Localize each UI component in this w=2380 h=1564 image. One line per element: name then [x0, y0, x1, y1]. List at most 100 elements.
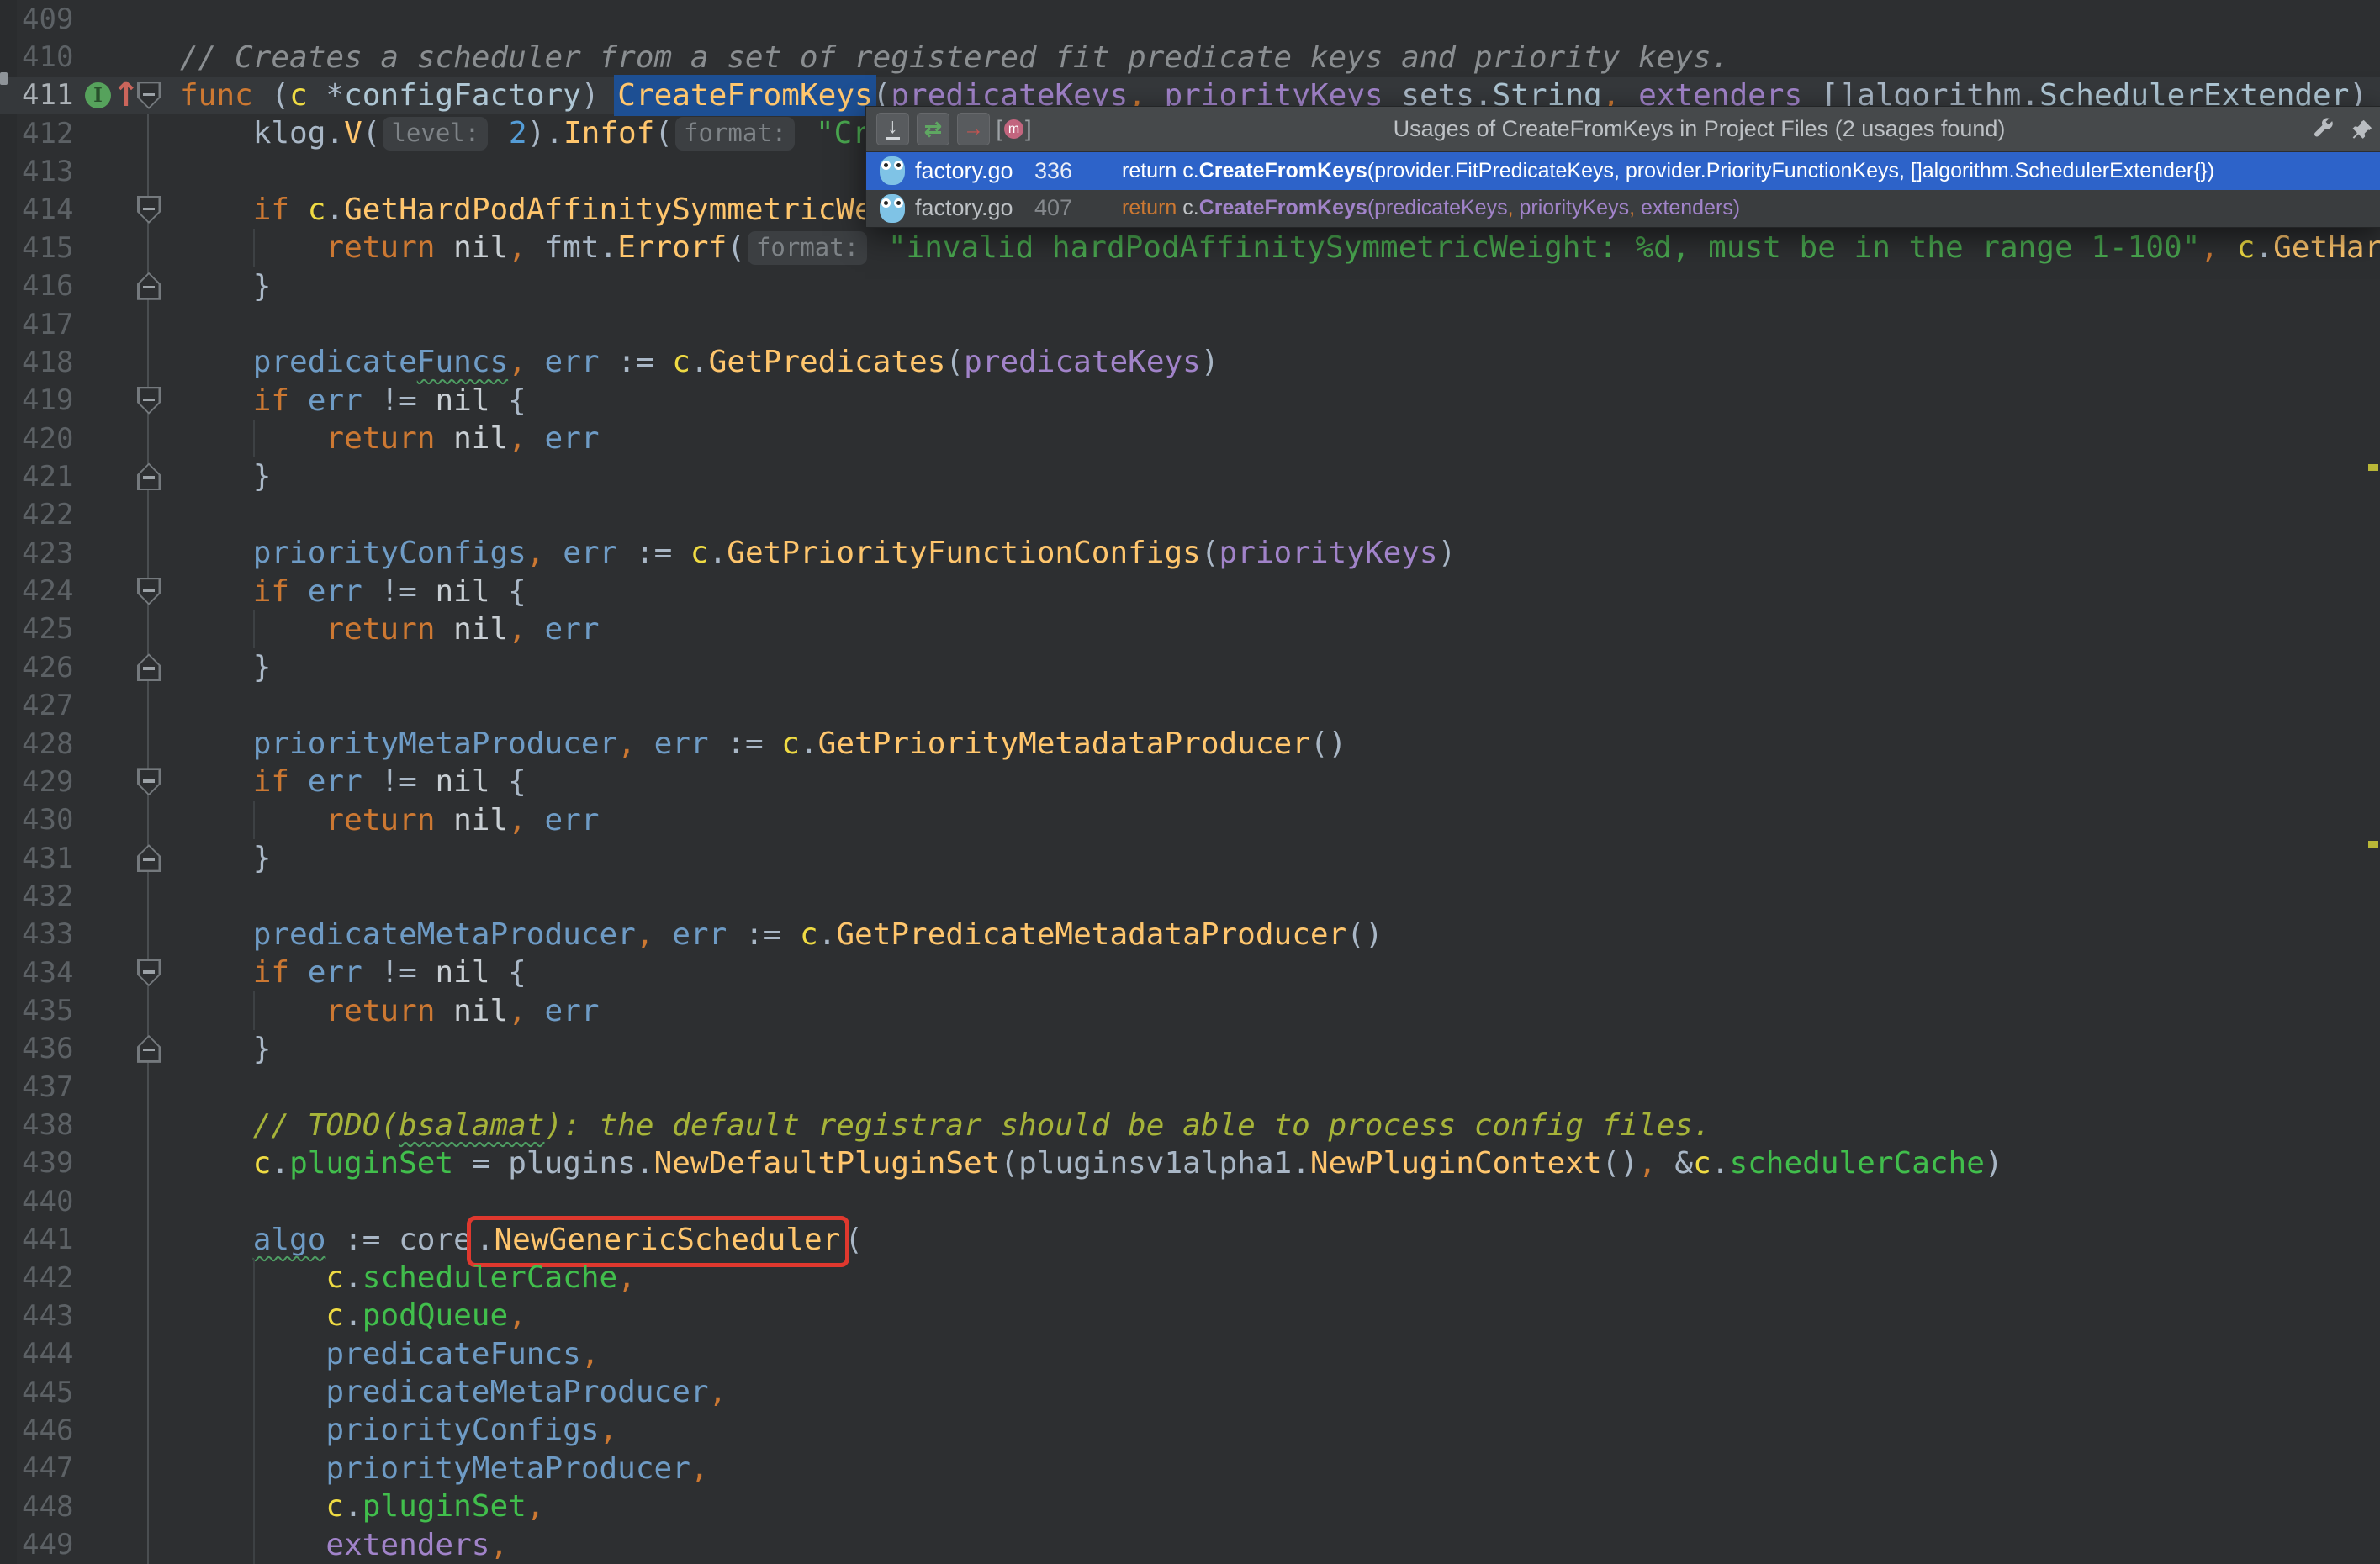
code-text[interactable]: }	[168, 267, 2380, 305]
line-number[interactable]: 409	[22, 3, 73, 36]
line-number[interactable]: 415	[22, 231, 73, 265]
code-text[interactable]	[168, 0, 2380, 38]
usage-row[interactable]: factory.go336return c.CreateFromKeys(pro…	[866, 152, 2380, 190]
line-number[interactable]: 412	[22, 117, 73, 151]
code-line-425[interactable]: 425 return nil, err	[0, 610, 2380, 648]
fold-marker[interactable]	[137, 959, 161, 986]
line-number[interactable]: 444	[22, 1337, 73, 1371]
code-line-444[interactable]: 444 predicateFuncs,	[0, 1335, 2380, 1373]
code-text[interactable]: priorityConfigs, err := c.GetPriorityFun…	[168, 534, 2380, 572]
line-number[interactable]: 432	[22, 880, 73, 913]
code-line-433[interactable]: 433 predicateMetaProducer, err := c.GetP…	[0, 916, 2380, 954]
code-line-417[interactable]: 417	[0, 305, 2380, 343]
read-access-icon[interactable]: ⇄	[917, 113, 949, 145]
line-number[interactable]: 418	[22, 346, 73, 379]
line-number[interactable]: 448	[22, 1490, 73, 1524]
code-text[interactable]: if err != nil {	[168, 763, 2380, 800]
fold-marker[interactable]	[137, 462, 161, 490]
error-stripe-mark[interactable]	[2368, 464, 2378, 471]
fold-marker[interactable]	[137, 196, 161, 224]
code-line-447[interactable]: 447 priorityMetaProducer,	[0, 1450, 2380, 1487]
line-number[interactable]: 416	[22, 269, 73, 303]
pin-icon[interactable]	[2351, 118, 2374, 141]
line-number[interactable]: 446	[22, 1413, 73, 1447]
line-number[interactable]: 421	[22, 460, 73, 494]
code-text[interactable]: }	[168, 839, 2380, 877]
code-text[interactable]	[168, 686, 2380, 724]
fold-marker[interactable]	[137, 578, 161, 605]
code-text[interactable]	[168, 1182, 2380, 1220]
implements-icon[interactable]: I	[85, 82, 111, 108]
code-line-409[interactable]: 409	[0, 0, 2380, 38]
code-text[interactable]	[168, 496, 2380, 534]
write-access-icon[interactable]: →	[957, 113, 990, 145]
fold-marker[interactable]	[137, 653, 161, 681]
code-line-424[interactable]: 424 if err != nil {	[0, 572, 2380, 610]
line-number[interactable]: 427	[22, 689, 73, 722]
line-number[interactable]: 430	[22, 803, 73, 837]
usage-row[interactable]: factory.go407return c.CreateFromKeys(pre…	[866, 190, 2380, 228]
line-number[interactable]: 410	[22, 40, 73, 74]
code-text[interactable]: // TODO(bsalamat): the default registrar…	[168, 1106, 2380, 1144]
code-line-443[interactable]: 443 c.podQueue,	[0, 1297, 2380, 1334]
code-text[interactable]: return nil, fmt.Errorf(format: "invalid …	[168, 229, 2380, 267]
open-in-toolwindow-icon[interactable]: ↓	[876, 113, 909, 145]
code-text[interactable]: predicateFuncs, err := c.GetPredicates(p…	[168, 343, 2380, 381]
line-number[interactable]: 417	[22, 308, 73, 341]
code-line-449[interactable]: 449 extenders,	[0, 1525, 2380, 1563]
code-text[interactable]: priorityMetaProducer,	[168, 1450, 2380, 1487]
code-text[interactable]: priorityMetaProducer, err := c.GetPriori…	[168, 725, 2380, 763]
code-text[interactable]: if err != nil {	[168, 572, 2380, 610]
code-text[interactable]: c.podQueue,	[168, 1297, 2380, 1334]
line-number[interactable]: 447	[22, 1451, 73, 1485]
method-filter-icon[interactable]: [m]	[997, 113, 1030, 145]
fold-marker[interactable]	[137, 768, 161, 795]
code-text[interactable]: c.pluginSet,	[168, 1487, 2380, 1525]
code-line-426[interactable]: 426 }	[0, 648, 2380, 686]
code-text[interactable]: return nil, err	[168, 801, 2380, 839]
code-text[interactable]: predicateMetaProducer, err := c.GetPredi…	[168, 916, 2380, 954]
code-text[interactable]: if err != nil {	[168, 954, 2380, 991]
code-line-415[interactable]: 415 return nil, fmt.Errorf(format: "inva…	[0, 229, 2380, 267]
code-text[interactable]	[168, 305, 2380, 343]
settings-wrench-icon[interactable]	[2310, 117, 2335, 142]
fold-marker[interactable]	[137, 82, 161, 109]
code-line-428[interactable]: 428 priorityMetaProducer, err := c.GetPr…	[0, 725, 2380, 763]
code-text[interactable]: predicateFuncs,	[168, 1335, 2380, 1373]
line-number[interactable]: 442	[22, 1261, 73, 1295]
code-line-420[interactable]: 420 return nil, err	[0, 420, 2380, 457]
code-text[interactable]: extenders,	[168, 1525, 2380, 1563]
line-number[interactable]: 414	[22, 193, 73, 226]
code-line-439[interactable]: 439 c.pluginSet = plugins.NewDefaultPlug…	[0, 1144, 2380, 1182]
code-text[interactable]: if err != nil {	[168, 382, 2380, 420]
fold-marker[interactable]	[137, 844, 161, 872]
code-line-423[interactable]: 423 priorityConfigs, err := c.GetPriorit…	[0, 534, 2380, 572]
code-line-430[interactable]: 430 return nil, err	[0, 801, 2380, 839]
line-number[interactable]: 425	[22, 612, 73, 646]
code-line-445[interactable]: 445 predicateMetaProducer,	[0, 1373, 2380, 1411]
error-stripe-mark[interactable]	[2368, 841, 2378, 848]
code-text[interactable]: algo := core.NewGenericScheduler(	[168, 1221, 2380, 1259]
code-text[interactable]: priorityConfigs,	[168, 1411, 2380, 1449]
code-line-427[interactable]: 427	[0, 686, 2380, 724]
line-number[interactable]: 431	[22, 842, 73, 875]
line-number[interactable]: 436	[22, 1032, 73, 1065]
code-line-438[interactable]: 438 // TODO(bsalamat): the default regis…	[0, 1106, 2380, 1144]
line-number[interactable]: 429	[22, 765, 73, 799]
code-text[interactable]: }	[168, 648, 2380, 686]
code-line-432[interactable]: 432	[0, 877, 2380, 915]
line-number[interactable]: 424	[22, 574, 73, 608]
code-line-441[interactable]: 441 algo := core.NewGenericScheduler(	[0, 1221, 2380, 1259]
code-text[interactable]: c.pluginSet = plugins.NewDefaultPluginSe…	[168, 1144, 2380, 1182]
fold-marker[interactable]	[137, 387, 161, 415]
line-number[interactable]: 449	[22, 1528, 73, 1561]
code-line-440[interactable]: 440	[0, 1182, 2380, 1220]
line-number[interactable]: 438	[22, 1108, 73, 1142]
line-number[interactable]: 435	[22, 994, 73, 1028]
line-number[interactable]: 419	[22, 383, 73, 417]
code-text[interactable]: return nil, err	[168, 991, 2380, 1029]
line-number[interactable]: 420	[22, 422, 73, 456]
line-number[interactable]: 423	[22, 536, 73, 570]
fold-marker[interactable]	[137, 272, 161, 300]
code-line-419[interactable]: 419 if err != nil {	[0, 382, 2380, 420]
